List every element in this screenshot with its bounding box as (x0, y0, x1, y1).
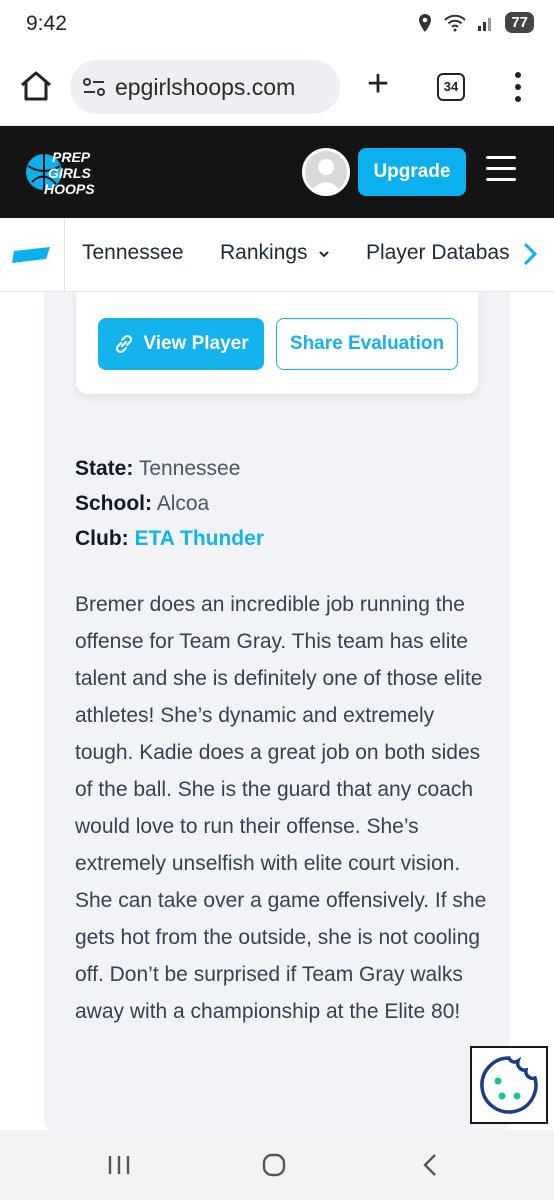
logo-line-3: HOOPS (44, 181, 95, 197)
subnav-rankings-label: Rankings (220, 241, 308, 264)
cookie-icon (480, 1056, 538, 1114)
tab-switcher[interactable]: 34 (437, 73, 465, 101)
new-tab-icon[interactable]: + (362, 65, 394, 106)
state-value: Tennessee (138, 457, 241, 480)
club-label: Club: (75, 527, 129, 550)
state-map-icon (12, 247, 50, 263)
club-info: Club: ETA Thunder (75, 527, 264, 551)
sub-navigation: Tennessee Rankings Player Database (0, 218, 554, 292)
share-evaluation-button[interactable]: Share Evaluation (276, 318, 458, 370)
browser-toolbar: epgirlshoops.com + 34 (0, 52, 554, 126)
prep-girls-hoops-logo[interactable]: PREP GIRLS HOOPS (22, 142, 112, 202)
subnav-item-rankings[interactable]: Rankings (220, 241, 331, 265)
recent-apps-icon[interactable] (106, 1152, 132, 1178)
club-link[interactable]: ETA Thunder (135, 527, 265, 550)
avatar-icon (310, 159, 342, 193)
system-nav-bar (0, 1130, 554, 1200)
subnav-item-player-database[interactable]: Player Database (366, 241, 510, 265)
signal-icon (478, 17, 492, 31)
school-label: School: (75, 492, 152, 515)
avatar[interactable] (302, 148, 350, 196)
menu-icon[interactable] (486, 156, 516, 182)
home-nav-icon[interactable] (261, 1152, 287, 1178)
wifi-icon (444, 14, 467, 31)
more-icon[interactable] (508, 70, 528, 104)
view-player-button[interactable]: View Player (98, 318, 264, 370)
url-text[interactable]: epgirlshoops.com (115, 74, 335, 101)
chevron-down-icon (319, 251, 330, 258)
back-icon[interactable] (418, 1152, 444, 1178)
link-icon (116, 334, 133, 354)
state-info: State: Tennessee (75, 457, 240, 481)
subnav-divider (64, 218, 65, 292)
logo-line-2: GIRLS (48, 165, 91, 181)
location-icon (419, 13, 432, 32)
battery-indicator: 77 (505, 12, 534, 33)
school-value: Alcoa (156, 492, 210, 515)
status-icons: 77 (417, 12, 534, 33)
address-bar[interactable]: epgirlshoops.com (70, 60, 340, 114)
subnav-item-state[interactable]: Tennessee (82, 241, 184, 265)
chevron-right-icon[interactable] (519, 240, 541, 268)
logo-line-1: PREP (52, 149, 91, 165)
home-icon[interactable] (18, 68, 54, 104)
state-label: State: (75, 457, 134, 480)
cookie-settings-button[interactable] (470, 1046, 548, 1124)
view-player-label: View Player (143, 333, 249, 354)
status-bar: 9:42 77 (0, 0, 554, 52)
evaluation-text: Bremer does an incredible job running th… (75, 593, 487, 1023)
upgrade-button[interactable]: Upgrade (358, 148, 466, 196)
site-header: PREP GIRLS HOOPS Upgrade (0, 126, 554, 218)
site-info-icon[interactable] (82, 76, 106, 98)
school-info: School: Alcoa (75, 492, 209, 516)
status-time: 9:42 (26, 12, 67, 35)
